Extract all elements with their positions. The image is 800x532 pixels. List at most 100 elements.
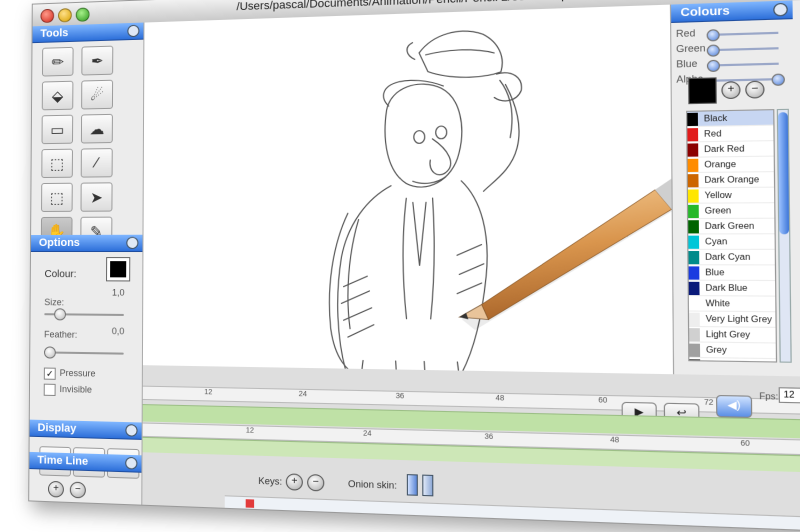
colour-swatch: [688, 204, 699, 218]
display-panel-close-icon[interactable]: [125, 424, 138, 437]
onion-prev-button[interactable]: [406, 474, 418, 496]
colour-list-item[interactable]: Dark Grey: [689, 357, 777, 363]
colour-list[interactable]: Black Red Dark Red Orange Dark Orange Yellow G…: [686, 109, 778, 363]
colour-swatch: [689, 312, 700, 326]
colours-panel-header[interactable]: Colours: [671, 0, 793, 24]
colour-name: Dark Green: [704, 221, 755, 232]
tools-panel-header[interactable]: Tools: [32, 22, 144, 44]
timeline-panel-title: Time Line: [37, 454, 89, 468]
feather-slider-knob[interactable]: [43, 346, 56, 359]
colour-list-item[interactable]: Dark Blue: [688, 280, 776, 297]
bucket-tool-button[interactable]: ⬙: [41, 80, 74, 111]
colour-swatch: [687, 158, 699, 172]
ruler-tick-label: 48: [495, 394, 505, 403]
clear-tool-button[interactable]: ☁: [80, 113, 113, 144]
colour-list-item[interactable]: Dark Cyan: [688, 249, 775, 266]
colour-list-item[interactable]: Yellow: [687, 187, 775, 204]
colour-list-item[interactable]: Orange: [687, 156, 774, 174]
remove-colour-button[interactable]: −: [745, 80, 765, 99]
blue-slider-knob[interactable]: [706, 59, 721, 73]
colour-list-item[interactable]: Grey: [689, 342, 776, 360]
remove-key-button[interactable]: −: [307, 474, 325, 492]
add-colour-button[interactable]: +: [721, 81, 741, 100]
colour-swatch: [688, 235, 700, 249]
colour-swatch-fill: [110, 261, 127, 278]
colour-list-scrollbar[interactable]: [776, 108, 792, 363]
pen-tool-icon: ✒: [90, 52, 104, 70]
colour-list-item[interactable]: Cyan: [688, 234, 775, 250]
eraser-tool-button[interactable]: ▭: [41, 114, 74, 145]
colour-list-item[interactable]: Black: [687, 110, 774, 128]
colour-list-item[interactable]: Very Light Grey: [689, 311, 776, 328]
remove-layer-button[interactable]: −: [69, 481, 86, 499]
select-shape-tool-button[interactable]: ⬚: [41, 148, 73, 179]
pencil-tool-button[interactable]: ✏: [41, 46, 74, 77]
add-key-button[interactable]: +: [285, 473, 303, 491]
green-slider[interactable]: [706, 44, 779, 57]
options-panel-header[interactable]: Options: [30, 234, 143, 253]
red-slider-knob[interactable]: [706, 29, 720, 42]
colour-list-item[interactable]: Red: [687, 125, 774, 143]
select-rect-tool-icon: ⬚: [49, 189, 64, 207]
colour-name: Dark Cyan: [705, 252, 751, 263]
colour-name: White: [705, 298, 731, 309]
colour-swatch: [687, 142, 699, 157]
colour-list-item[interactable]: Green: [688, 203, 775, 220]
alpha-slider-knob[interactable]: [771, 73, 785, 86]
smudge-tool-button[interactable]: ☄: [81, 79, 114, 110]
colour-list-item[interactable]: Light Grey: [689, 326, 776, 344]
colour-name: Cyan: [704, 236, 728, 247]
tools-panel-close-icon[interactable]: [127, 24, 140, 38]
current-colour-swatch[interactable]: [688, 77, 717, 105]
sound-button[interactable]: ◀): [715, 394, 753, 418]
pencil-app-window: /Users/pascal/Documents/Animation/Pencil…: [28, 0, 800, 532]
size-slider-knob[interactable]: [54, 308, 67, 321]
ruler-tick-label: 48: [610, 436, 620, 445]
red-slider[interactable]: [706, 29, 779, 42]
colour-list-item[interactable]: Dark Red: [687, 141, 774, 158]
colour-name: Yellow: [704, 190, 732, 201]
onion-skin-label: Onion skin:: [347, 478, 398, 491]
colour-swatch: [689, 342, 701, 357]
blue-slider[interactable]: [706, 59, 779, 73]
colour-list-item[interactable]: Blue: [688, 265, 776, 282]
colour-name: Blue: [705, 267, 725, 278]
colour-list-item[interactable]: Dark Green: [688, 218, 775, 235]
eyedropper-tool-button[interactable]: ⁄: [80, 148, 113, 178]
colour-list-item[interactable]: Dark Orange: [687, 172, 775, 189]
colour-swatch: [688, 265, 700, 280]
select-shape-tool-icon: ⬚: [50, 155, 65, 173]
size-slider[interactable]: [44, 308, 124, 321]
colour-list-scroll-thumb[interactable]: [778, 112, 790, 235]
eraser-tool-icon: ▭: [50, 121, 65, 139]
green-slider-knob[interactable]: [706, 44, 720, 57]
timeline-panel-header[interactable]: Time Line: [29, 451, 142, 473]
feather-slider[interactable]: [43, 346, 124, 359]
colours-panel-close-icon[interactable]: [773, 2, 788, 17]
onion-next-button[interactable]: [422, 474, 434, 497]
colour-list-item[interactable]: White: [688, 296, 776, 313]
playhead-marker[interactable]: [245, 499, 255, 508]
fps-input[interactable]: 12: [778, 387, 800, 404]
colour-name: Light Grey: [705, 329, 751, 340]
display-panel-title: Display: [37, 421, 77, 436]
bucket-tool-icon: ⬙: [51, 87, 64, 105]
move-tool-button[interactable]: ➤: [80, 182, 113, 212]
alpha-slider[interactable]: [707, 73, 785, 86]
colour-swatch: [687, 173, 699, 187]
keys-label: Keys:: [258, 475, 283, 487]
display-panel-header[interactable]: Display: [29, 419, 142, 440]
tools-panel-title: Tools: [40, 27, 69, 40]
pressure-checkbox[interactable]: ✓: [43, 367, 56, 380]
colour-name: Black: [703, 113, 728, 124]
pencil-graphic: [459, 178, 672, 322]
ruler-tick-label: 36: [395, 392, 405, 401]
pencil-tool-icon: ✏: [51, 53, 64, 71]
add-layer-button[interactable]: +: [47, 480, 64, 498]
select-rect-tool-button[interactable]: ⬚: [41, 182, 73, 212]
options-panel-close-icon[interactable]: [126, 236, 139, 249]
pen-tool-button[interactable]: ✒: [81, 45, 114, 76]
timeline-panel-close-icon[interactable]: [125, 456, 138, 470]
invisible-checkbox[interactable]: [43, 383, 56, 397]
colour-swatch-button[interactable]: [106, 257, 131, 282]
